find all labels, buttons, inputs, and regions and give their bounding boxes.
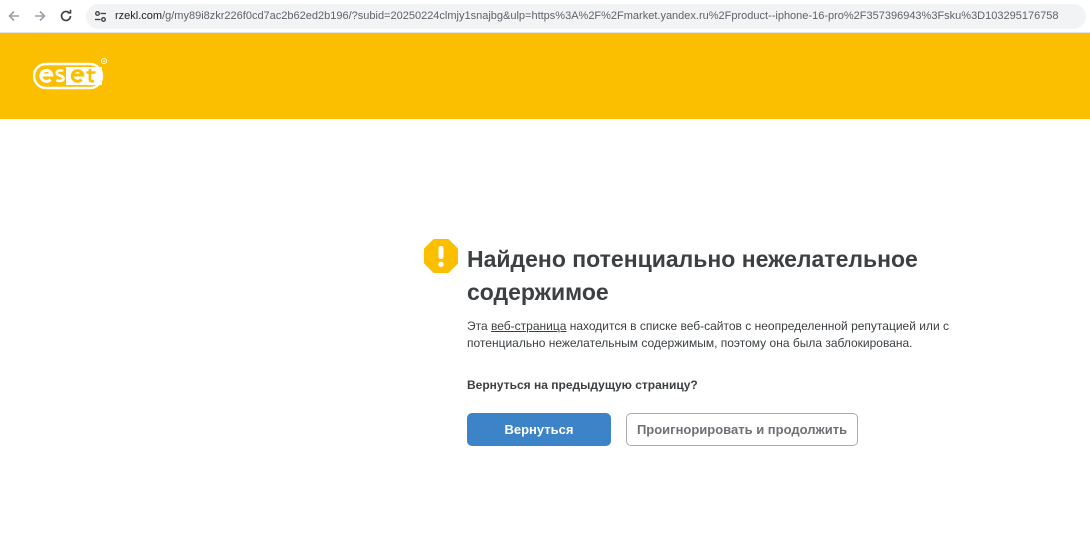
webpage-link[interactable]: веб-страница bbox=[491, 319, 566, 333]
reload-button[interactable] bbox=[56, 6, 76, 26]
address-bar[interactable]: rzekl.com/g/my89i8zkr226f0cd7ac2b62ed2b1… bbox=[86, 4, 1086, 29]
url-host: rzekl.com bbox=[115, 10, 163, 22]
eset-header: R bbox=[0, 33, 1090, 119]
reload-icon bbox=[60, 9, 72, 22]
browser-toolbar: rzekl.com/g/my89i8zkr226f0cd7ac2b62ed2b1… bbox=[0, 0, 1090, 33]
forward-button[interactable] bbox=[30, 6, 50, 26]
back-arrow-icon bbox=[8, 10, 19, 22]
warning-description: Эта веб-страница находится в списке веб-… bbox=[467, 318, 967, 352]
description-text-start: Эта bbox=[467, 319, 491, 333]
site-info-icon bbox=[95, 11, 106, 22]
forward-arrow-icon bbox=[35, 10, 46, 22]
back-button[interactable] bbox=[4, 6, 24, 26]
site-info-button[interactable] bbox=[92, 8, 109, 25]
eset-logo: R bbox=[33, 57, 107, 90]
go-back-question: Вернуться на предыдущую страницу? bbox=[467, 378, 698, 392]
url-text[interactable]: rzekl.com/g/my89i8zkr226f0cd7ac2b62ed2b1… bbox=[115, 9, 1080, 24]
url-path: /g/my89i8zkr226f0cd7ac2b62ed2b196/?subid… bbox=[162, 10, 1059, 22]
ignore-and-continue-button[interactable]: Проигнорировать и продолжить bbox=[626, 413, 858, 446]
page-title: Найдено потенциально нежелательное содер… bbox=[467, 246, 918, 305]
svg-text:R: R bbox=[103, 59, 106, 63]
warning-icon bbox=[424, 239, 458, 273]
go-back-button[interactable]: Вернуться bbox=[467, 413, 611, 446]
